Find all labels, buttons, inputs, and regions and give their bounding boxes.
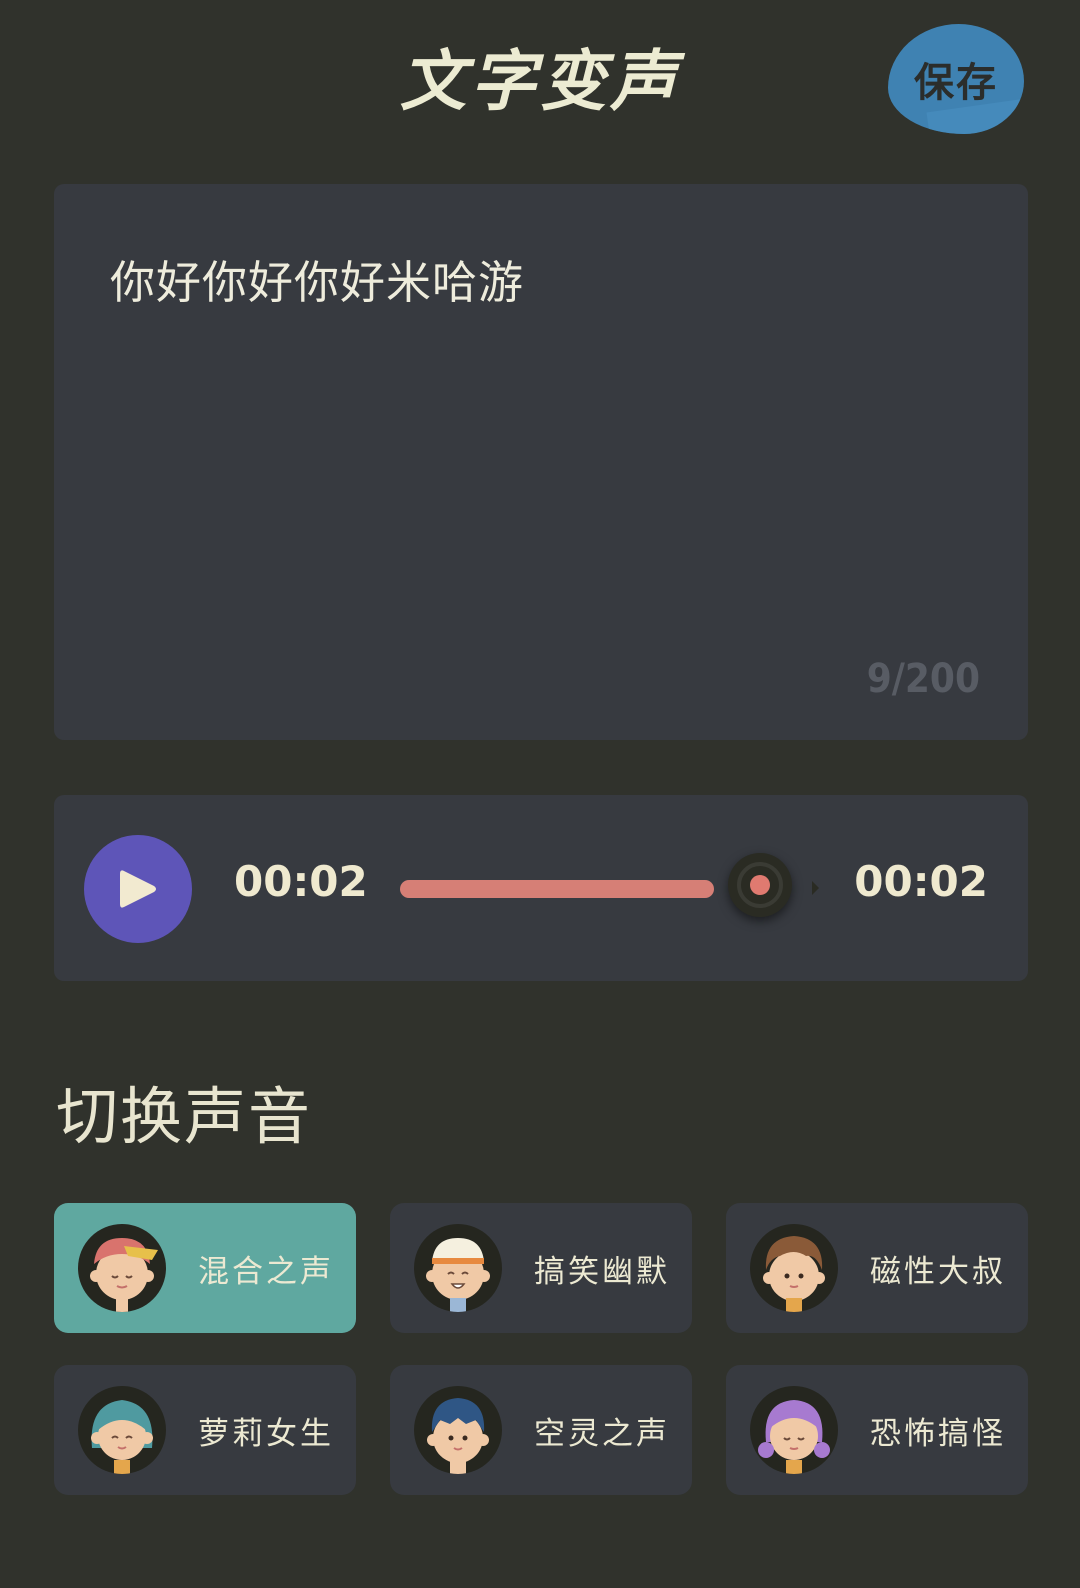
avatar-girl-bandana-icon [78,1224,166,1312]
track-end-marker [812,881,819,895]
text-input-content[interactable]: 你好你好你好米哈游 [110,246,524,311]
progress-thumb[interactable] [728,853,792,917]
current-time: 00:02 [234,857,368,906]
voice-label: 磁性大叔 [870,1253,1006,1290]
voice-label: 萝莉女生 [198,1415,334,1452]
voice-option-loli[interactable]: 萝莉女生 [54,1365,356,1495]
voice-label: 空灵之声 [534,1415,670,1452]
voice-section-title: 切换声音 [56,1080,313,1153]
total-time: 00:02 [854,857,988,906]
voice-grid: 混合之声 搞笑幽默 磁性大叔 萝莉女生 空灵之声 恐怖搞怪 [54,1203,1028,1495]
voice-label: 混合之声 [198,1253,334,1290]
char-count: 9/200 [866,656,980,702]
avatar-girl-purple-hair-icon [750,1386,838,1474]
avatar-boy-blue-hair-icon [414,1386,502,1474]
avatar-girl-teal-hair-icon [78,1386,166,1474]
voice-option-horror[interactable]: 恐怖搞怪 [726,1365,1028,1495]
voice-option-mixed[interactable]: 混合之声 [54,1203,356,1333]
avatar-man-brown-hair-icon [750,1224,838,1312]
play-icon [120,870,156,908]
voice-option-ethereal[interactable]: 空灵之声 [390,1365,692,1495]
play-button[interactable] [84,835,192,943]
audio-player: 00:02 00:02 [54,795,1028,981]
voice-option-uncle[interactable]: 磁性大叔 [726,1203,1028,1333]
voice-label: 搞笑幽默 [534,1253,670,1290]
progress-fill [400,880,714,898]
voice-label: 恐怖搞怪 [870,1415,1006,1452]
text-input-area[interactable]: 你好你好你好米哈游 9/200 [54,184,1028,740]
avatar-boy-cap-icon [414,1224,502,1312]
voice-option-funny[interactable]: 搞笑幽默 [390,1203,692,1333]
save-button-label: 保存 [914,60,998,106]
